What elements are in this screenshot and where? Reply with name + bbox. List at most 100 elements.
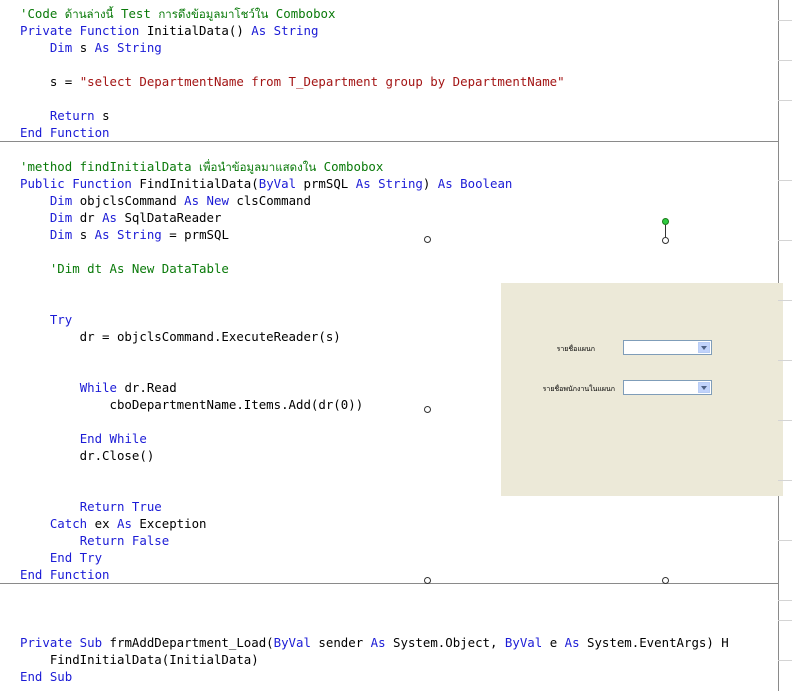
code-line: Dim s As String [20, 39, 162, 56]
code-token: End Function [20, 125, 110, 140]
code-token: Dim [49, 210, 73, 225]
code-token: As [117, 516, 132, 531]
code-token: Return True [79, 499, 162, 514]
code-token: Test [113, 6, 159, 21]
code-token: sender [310, 635, 371, 650]
selection-handle[interactable] [424, 236, 431, 243]
code-token: Combobox [268, 6, 336, 21]
code-token: System.EventArgs) H [579, 635, 729, 650]
code-token: dr [72, 210, 103, 225]
code-token: Catch [49, 516, 88, 531]
selection-handle[interactable] [662, 577, 669, 584]
code-line: Catch ex As Exception [20, 515, 207, 532]
code-line: dr.Close() [20, 447, 155, 464]
code-line: End Sub [20, 668, 72, 685]
code-token: dr = objclsCommand.ExecuteReader(s) [20, 329, 341, 344]
selection-handle[interactable] [662, 237, 669, 244]
code-token: Combobox [316, 159, 384, 174]
code-line: Try [20, 311, 72, 328]
chevron-down-icon[interactable] [698, 382, 710, 393]
code-token: s = [20, 74, 80, 89]
code-token: 'Code [20, 6, 65, 21]
code-token: Dim [49, 227, 73, 242]
code-token: As [102, 210, 117, 225]
rotate-connector [665, 225, 666, 237]
code-line: Public Function FindInitialData(ByVal pr… [20, 175, 512, 192]
code-block-form-load: Private Sub frmAddDepartment_Load(ByVal … [0, 584, 778, 691]
code-token: cboDepartmentName.Items.Add(dr(0)) [20, 397, 364, 412]
code-token: As String [94, 227, 162, 242]
code-token: FindInitialData( [131, 176, 259, 191]
department-combobox[interactable] [623, 340, 712, 355]
code-token: Return [49, 108, 95, 123]
code-token: การดึงข้อมูลมาโชว์ใน [158, 7, 269, 21]
code-line: Return False [20, 532, 170, 549]
employee-combobox-value [624, 389, 626, 398]
code-line: End Try [20, 549, 102, 566]
code-token: SqlDataReader [117, 210, 222, 225]
department-label: รายชื่อแผนก [556, 345, 595, 353]
code-token: End Try [49, 550, 103, 565]
code-token: e [542, 635, 565, 650]
code-token: Exception [131, 516, 207, 531]
code-token: Dim [49, 40, 73, 55]
code-token: s [94, 108, 110, 123]
code-token: frmAddDepartment_Load( [102, 635, 274, 650]
code-line: s = "select DepartmentName from T_Depart… [20, 73, 565, 90]
code-line: 'Dim dt As New DataTable [20, 260, 229, 277]
rotate-handle[interactable] [662, 218, 669, 225]
chevron-down-icon[interactable] [698, 342, 710, 353]
code-token: InitialData() [139, 23, 252, 38]
code-line: Dim objclsCommand As New clsCommand [20, 192, 311, 209]
employee-label: รายชื่อพนักงานในแผนก [542, 385, 615, 393]
code-line: Return True [20, 498, 162, 515]
code-token: เพื่อนำข้อมูลมาแสดงใน [199, 160, 317, 174]
code-token: ex [87, 516, 117, 531]
code-token: Return False [79, 533, 170, 548]
code-line: FindInitialData(InitialData) [20, 651, 259, 668]
code-token: As [564, 635, 580, 650]
code-token: As String [355, 176, 423, 191]
code-token: FindInitialData(InitialData) [20, 652, 259, 667]
code-line: Private Sub frmAddDepartment_Load(ByVal … [20, 634, 729, 651]
code-token: "select DepartmentName from T_Department… [79, 74, 565, 89]
code-token: 'Dim dt As New DataTable [20, 261, 229, 276]
code-token: End Sub [20, 669, 73, 684]
code-line: End Function [20, 566, 110, 583]
code-line: 'method findInitialData เพื่อนำข้อมูลมาแ… [20, 158, 383, 175]
code-token: ) [422, 176, 438, 191]
form-preview-panel: รายชื่อแผนก รายชื่อพนักงานในแผนก [501, 283, 783, 496]
selection-handle[interactable] [424, 577, 431, 584]
code-token: ด้านล่างนี้ [64, 7, 114, 21]
code-token: Private Sub [20, 635, 103, 650]
code-token: = prmSQL [161, 227, 229, 242]
code-token: ByVal [273, 635, 311, 650]
code-line: Dim s As String = prmSQL [20, 226, 229, 243]
employee-combobox[interactable] [623, 380, 712, 395]
code-line: dr = objclsCommand.ExecuteReader(s) [20, 328, 341, 345]
code-token: As String [251, 23, 319, 38]
code-token: prmSQL [296, 176, 356, 191]
code-line: End While [20, 430, 147, 447]
code-token: While [79, 380, 117, 395]
selection-handle[interactable] [424, 406, 431, 413]
code-line: Dim dr As SqlDataReader [20, 209, 222, 226]
code-line: Return s [20, 107, 110, 124]
code-token: Public Function [20, 176, 132, 191]
code-token: s [72, 40, 95, 55]
code-token: clsCommand [228, 193, 311, 208]
code-token: ByVal [258, 176, 297, 191]
code-token: ByVal [504, 635, 543, 650]
code-token: objclsCommand [72, 193, 185, 208]
